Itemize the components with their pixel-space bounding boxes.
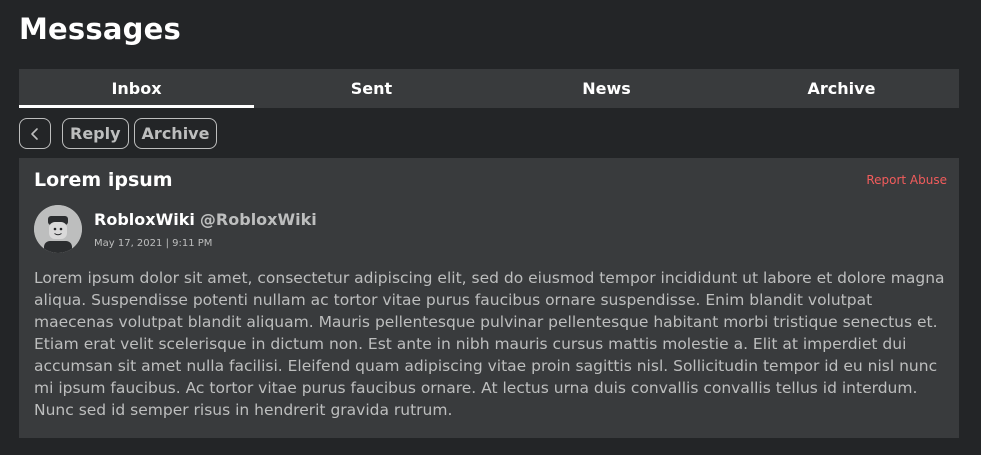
- archive-button[interactable]: Archive: [133, 118, 218, 149]
- reply-button[interactable]: Reply: [62, 118, 129, 149]
- message-action-group: Reply Archive: [62, 118, 218, 149]
- avatar[interactable]: [34, 205, 82, 253]
- back-button[interactable]: [19, 118, 51, 149]
- message-card: Lorem ipsum Report Abuse RobloxWiki @Rob…: [19, 158, 959, 438]
- message-body: Lorem ipsum dolor sit amet, consectetur …: [34, 269, 945, 419]
- report-abuse-link[interactable]: Report Abuse: [866, 173, 947, 187]
- message-subject: Lorem ipsum: [34, 169, 173, 191]
- sender-name[interactable]: RobloxWiki: [94, 210, 195, 229]
- sender-line: RobloxWiki @RobloxWiki: [94, 210, 317, 230]
- message-toolbar: Reply Archive: [19, 118, 218, 149]
- page-title: Messages: [19, 12, 181, 46]
- tab-archive[interactable]: Archive: [724, 69, 959, 108]
- tab-sent[interactable]: Sent: [254, 69, 489, 108]
- message-tabs: Inbox Sent News Archive: [19, 69, 959, 108]
- tab-inbox[interactable]: Inbox: [19, 69, 254, 108]
- chevron-left-icon: [31, 127, 38, 140]
- message-date: May 17, 2021 | 9:11 PM: [94, 238, 213, 249]
- avatar-icon: [34, 205, 82, 253]
- tab-news[interactable]: News: [489, 69, 724, 108]
- sender-handle: @RobloxWiki: [199, 210, 317, 229]
